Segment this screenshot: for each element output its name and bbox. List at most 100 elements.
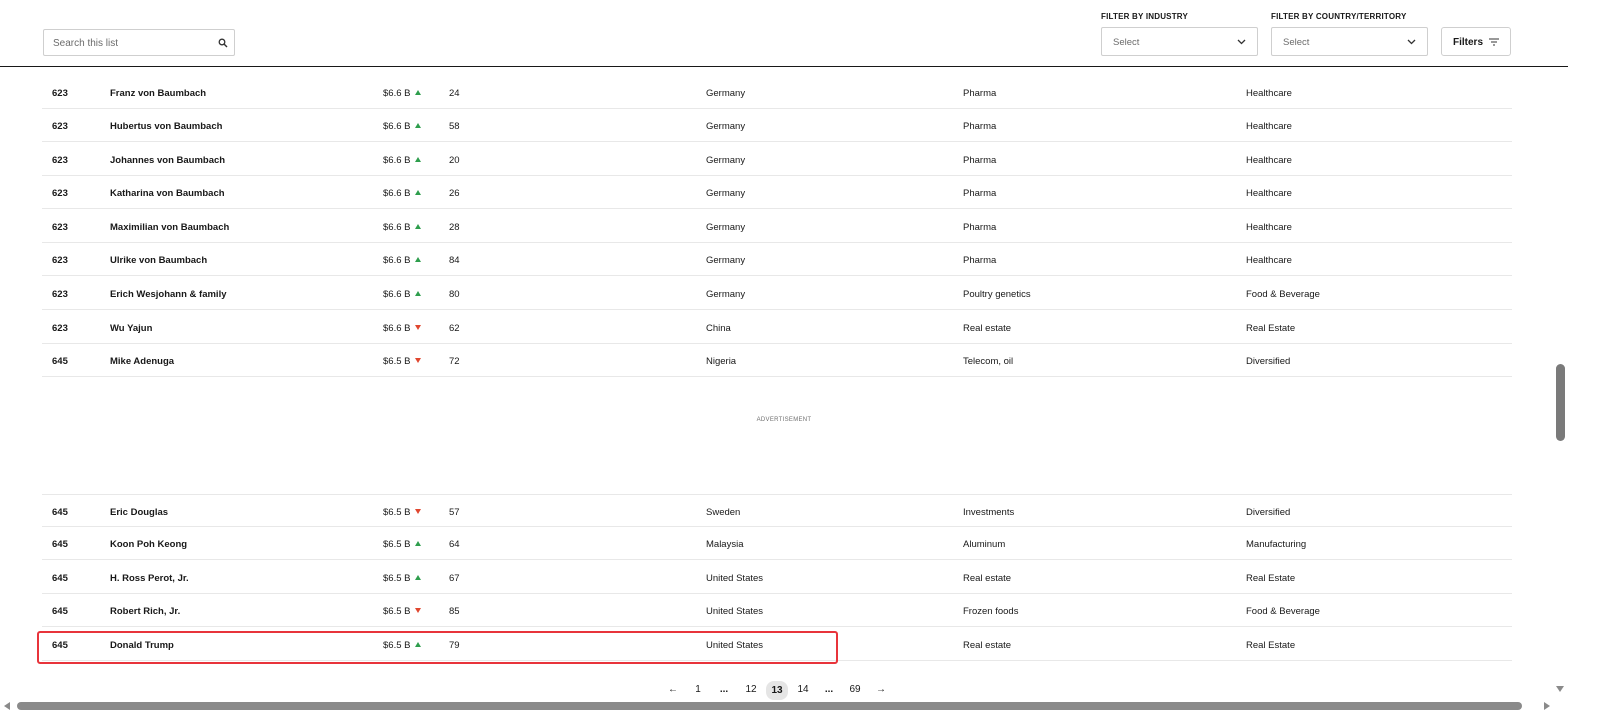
cell-industry: Food & Beverage bbox=[1246, 289, 1320, 300]
cell-worth: $6.6 B bbox=[383, 222, 411, 233]
scroll-left-arrow-icon[interactable] bbox=[4, 702, 10, 710]
pagination: ← 1 ... 12 13 14 ... 69 → bbox=[0, 679, 1568, 700]
cell-industry: Manufacturing bbox=[1246, 539, 1307, 550]
cell-age: 64 bbox=[449, 539, 460, 550]
chevron-down-icon bbox=[1407, 39, 1416, 45]
cell-age: 20 bbox=[449, 155, 460, 166]
cell-source: Pharma bbox=[963, 88, 997, 99]
cell-name[interactable]: Eric Douglas bbox=[110, 507, 168, 518]
next-page-arrow-icon[interactable]: → bbox=[875, 682, 887, 698]
search-icon[interactable] bbox=[218, 38, 228, 48]
page-link[interactable]: 12 bbox=[744, 682, 758, 698]
cell-industry: Real Estate bbox=[1246, 640, 1296, 651]
cell-age: 58 bbox=[449, 121, 460, 132]
cell-name[interactable]: Donald Trump bbox=[110, 640, 174, 651]
cell-rank: 645 bbox=[52, 640, 68, 651]
search-box[interactable] bbox=[43, 29, 235, 56]
table-row[interactable]: 645 Eric Douglas $6.5 B 57 Sweden Investments… bbox=[42, 494, 1512, 527]
cell-name[interactable]: Maximilian von Baumbach bbox=[110, 222, 229, 233]
cell-name[interactable]: H. Ross Perot, Jr. bbox=[110, 573, 189, 584]
cell-country: Germany bbox=[706, 188, 746, 199]
cell-industry: Diversified bbox=[1246, 356, 1291, 367]
filters-button-label: Filters bbox=[1453, 37, 1484, 48]
table-row[interactable]: 623 Erich Wesjohann & family $6.6 B 80 Germa… bbox=[42, 277, 1512, 310]
table-row[interactable]: 645 Robert Rich, Jr. $6.5 B 85 United States… bbox=[42, 594, 1512, 627]
prev-page-arrow-icon[interactable]: ← bbox=[667, 682, 679, 698]
cell-name[interactable]: Franz von Baumbach bbox=[110, 88, 206, 99]
cell-worth: $6.6 B bbox=[383, 188, 411, 199]
cell-name[interactable]: Mike Adenuga bbox=[110, 356, 174, 367]
cell-age: 24 bbox=[449, 88, 460, 99]
vertical-scrollbar-track bbox=[1568, 0, 1600, 698]
cell-industry: Real Estate bbox=[1246, 323, 1296, 334]
cell-country: Germany bbox=[706, 222, 746, 233]
trend-up-icon bbox=[415, 291, 421, 296]
table-row[interactable]: 623 Wu Yajun $6.6 B 62 China Real estate Real … bbox=[42, 311, 1512, 344]
cell-industry: Healthcare bbox=[1246, 222, 1292, 233]
table-row[interactable]: 623 Katharina von Baumbach $6.6 B 26 Germany… bbox=[42, 176, 1512, 209]
page-ellipsis: ... bbox=[719, 684, 729, 695]
cell-country: Germany bbox=[706, 255, 746, 266]
scroll-right-arrow-icon[interactable] bbox=[1544, 702, 1550, 710]
page-link[interactable]: 14 bbox=[796, 682, 810, 698]
table-row[interactable]: 645 H. Ross Perot, Jr. $6.5 B 67 United Stat… bbox=[42, 561, 1512, 594]
table-row[interactable]: 623 Johannes von Baumbach $6.6 B 20 Germany P… bbox=[42, 143, 1512, 176]
cell-name[interactable]: Robert Rich, Jr. bbox=[110, 606, 180, 617]
cell-country: China bbox=[706, 323, 731, 334]
table-row[interactable]: 623 Maximilian von Baumbach $6.6 B 28 German… bbox=[42, 210, 1512, 243]
cell-industry: Healthcare bbox=[1246, 155, 1292, 166]
trend-up-icon bbox=[415, 575, 421, 580]
cell-source: Pharma bbox=[963, 222, 997, 233]
cell-rank: 623 bbox=[52, 289, 68, 300]
trend-down-icon bbox=[415, 358, 421, 363]
cell-name[interactable]: Johannes von Baumbach bbox=[110, 155, 225, 166]
filter-lines-icon bbox=[1489, 38, 1499, 46]
cell-industry: Diversified bbox=[1246, 507, 1291, 518]
cell-source: Real estate bbox=[963, 640, 1012, 651]
cell-name[interactable]: Wu Yajun bbox=[110, 323, 152, 334]
scroll-down-arrow-icon[interactable] bbox=[1556, 686, 1564, 692]
industry-select-value: Select bbox=[1113, 37, 1140, 48]
table-row[interactable]: 645 Donald Trump $6.5 B 79 United States Real… bbox=[42, 628, 1512, 661]
trend-up-icon bbox=[415, 157, 421, 162]
page-link[interactable]: 1 bbox=[693, 682, 703, 698]
industry-select[interactable]: Select bbox=[1101, 27, 1258, 56]
table-row[interactable]: 645 Koon Poh Keong $6.5 B 64 Malaysia Aluminu… bbox=[42, 527, 1512, 560]
table-row[interactable]: 623 Franz von Baumbach $6.6 B 24 Germany Phar… bbox=[42, 76, 1512, 109]
table-row[interactable]: 645 Mike Adenuga $6.5 B 72 Nigeria Telecom, o… bbox=[42, 344, 1512, 377]
cell-name[interactable]: Koon Poh Keong bbox=[110, 539, 187, 550]
cell-age: 26 bbox=[449, 188, 460, 199]
cell-rank: 645 bbox=[52, 507, 68, 518]
cell-source: Pharma bbox=[963, 188, 997, 199]
page-ellipsis: ... bbox=[824, 684, 834, 695]
cell-source: Aluminum bbox=[963, 539, 1006, 550]
page-link-current[interactable]: 13 bbox=[766, 681, 788, 700]
cell-rank: 645 bbox=[52, 539, 68, 550]
cell-rank: 623 bbox=[52, 222, 68, 233]
trend-up-icon bbox=[415, 642, 421, 647]
vertical-scrollbar-thumb[interactable] bbox=[1556, 364, 1565, 441]
filters-button[interactable]: Filters bbox=[1441, 27, 1511, 56]
cell-age: 28 bbox=[449, 222, 460, 233]
country-select[interactable]: Select bbox=[1271, 27, 1428, 56]
table-row[interactable]: 623 Ulrike von Baumbach $6.6 B 84 Germany Pha… bbox=[42, 243, 1512, 276]
cell-industry: Real Estate bbox=[1246, 573, 1296, 584]
trend-up-icon bbox=[415, 257, 421, 262]
cell-name[interactable]: Katharina von Baumbach bbox=[110, 188, 225, 199]
cell-industry: Healthcare bbox=[1246, 121, 1292, 132]
cell-source: Pharma bbox=[963, 255, 997, 266]
cell-worth: $6.5 B bbox=[383, 356, 411, 367]
table-row[interactable]: 623 Hubertus von Baumbach $6.6 B 58 Germany P… bbox=[42, 109, 1512, 142]
cell-industry: Food & Beverage bbox=[1246, 606, 1320, 617]
cell-age: 80 bbox=[449, 289, 460, 300]
trend-down-icon bbox=[415, 509, 421, 514]
cell-name[interactable]: Ulrike von Baumbach bbox=[110, 255, 207, 266]
trend-down-icon bbox=[415, 325, 421, 330]
horizontal-scrollbar-thumb[interactable] bbox=[17, 702, 1522, 710]
cell-age: 57 bbox=[449, 507, 460, 518]
cell-name[interactable]: Hubertus von Baumbach bbox=[110, 121, 222, 132]
cell-name[interactable]: Erich Wesjohann & family bbox=[110, 289, 227, 300]
search-input[interactable] bbox=[53, 35, 213, 51]
page-link[interactable]: 69 bbox=[848, 682, 862, 698]
cell-country: Germany bbox=[706, 289, 746, 300]
